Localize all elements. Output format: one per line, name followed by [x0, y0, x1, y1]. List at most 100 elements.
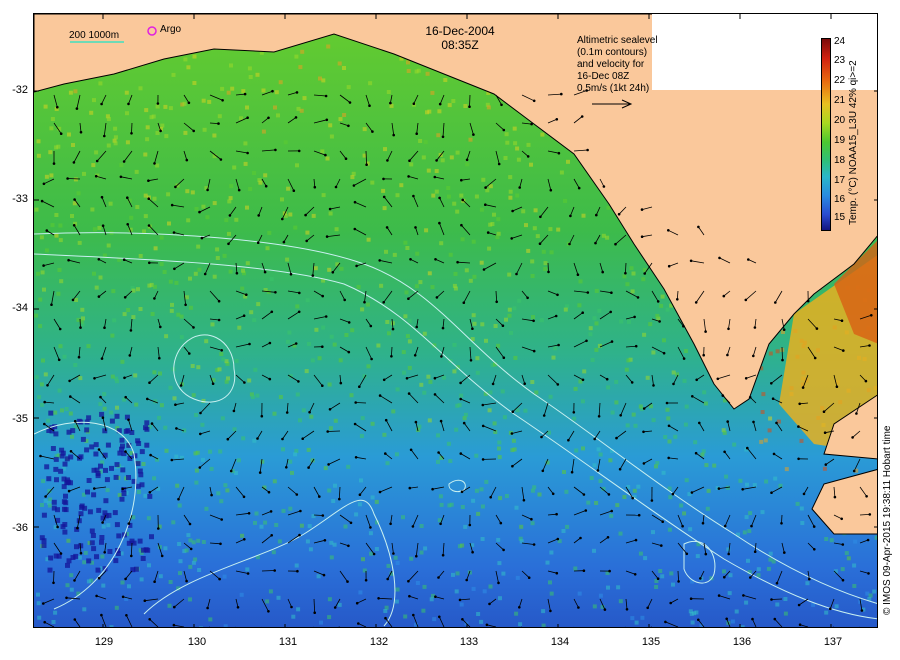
velocity-arrow-head [717, 487, 721, 490]
velocity-arrow-head [97, 295, 101, 298]
velocity-arrow [313, 626, 314, 627]
velocity-arrow-head [581, 378, 585, 382]
velocity-arrow-head [502, 356, 506, 360]
velocity-arrow-head [538, 242, 542, 245]
velocity-arrow-head [347, 124, 350, 128]
info-line: Altimetric sealevel [577, 35, 658, 46]
velocity-arrow [287, 626, 288, 627]
velocity-arrow-head [121, 487, 124, 491]
velocity-arrow-head [100, 613, 103, 617]
velocity-arrow [520, 626, 522, 627]
lon-label-136: 136 [732, 636, 752, 648]
velocity-arrow-head [572, 411, 576, 414]
velocity-arrow [53, 570, 55, 583]
velocity-arrow-head [347, 350, 351, 354]
colorbar-tick: 20 [834, 115, 846, 126]
velocity-arrow-head [79, 130, 83, 134]
velocity-arrow-head [671, 492, 675, 496]
velocity-arrow-head [93, 487, 96, 490]
velocity-arrow-head [461, 618, 464, 621]
velocity-arrow-head [125, 614, 128, 617]
velocity-arrow-head [298, 291, 301, 295]
velocity-arrow-head [235, 271, 239, 275]
velocity-arrow-head [295, 493, 299, 496]
velocity-arrow-head [58, 327, 62, 331]
velocity-arrow-head [636, 296, 640, 299]
velocity-arrow-head [128, 354, 132, 357]
velocity-arrow-head [69, 450, 73, 453]
velocity-arrow-head [481, 403, 485, 407]
velocity-arrow-head [867, 572, 870, 575]
velocity-arrow-head [685, 552, 689, 556]
velocity-arrow-head [539, 215, 542, 219]
velocity-arrow-head [752, 420, 755, 424]
velocity-arrow-head [702, 353, 705, 357]
velocity-arrow-head [499, 521, 503, 525]
velocity-arrow-head [368, 104, 371, 107]
velocity-arrow-head [815, 327, 819, 330]
velocity-arrow-head [79, 551, 83, 555]
velocity-arrow-head [346, 580, 349, 583]
velocity-arrow-head [462, 421, 466, 425]
velocity-arrow-head [269, 510, 273, 513]
colorbar-tick: 19 [834, 135, 846, 146]
velocity-arrow-head [160, 554, 164, 558]
velocity-arrow-head [698, 421, 701, 425]
velocity-arrow-head [717, 594, 721, 597]
velocity-arrow-head [481, 458, 485, 461]
velocity-arrow-head [324, 94, 328, 98]
velocity-arrow-head [153, 580, 156, 583]
velocity-arrow-head [440, 355, 443, 358]
velocity-arrow-head [667, 264, 671, 268]
velocity-arrow-head [868, 344, 871, 347]
velocity-arrow-head [97, 258, 101, 261]
velocity-arrow-head [435, 296, 439, 299]
velocity-arrow-head [770, 382, 773, 385]
velocity-arrow-head [321, 294, 325, 298]
velocity-arrow-head [149, 453, 152, 457]
velocity-arrow-head [438, 615, 441, 619]
velocity-arrow-head [328, 408, 332, 411]
velocity-arrow-head [718, 256, 721, 260]
velocity-arrow-head [813, 356, 817, 360]
velocity-arrow-head [248, 342, 251, 346]
velocity-arrow-head [227, 242, 230, 246]
velocity-arrow-head [391, 327, 395, 331]
velocity-arrow-head [472, 133, 475, 136]
velocity-arrow-head [833, 495, 837, 499]
velocity-arrow-head [123, 296, 127, 299]
velocity-arrow-head [384, 616, 387, 620]
velocity-arrow-head [200, 236, 204, 240]
velocity-arrow-head [748, 396, 752, 399]
velocity-arrow-head [868, 513, 872, 516]
velocity-arrow-head [228, 214, 232, 217]
velocity-arrow-head [126, 196, 129, 199]
velocity-arrow-head [95, 594, 98, 598]
velocity-arrow-head [130, 132, 133, 135]
velocity-arrow-head [229, 469, 233, 473]
velocity-arrow-head [584, 509, 588, 512]
velocity-arrow-head [438, 221, 441, 225]
velocity-arrow-head [199, 411, 202, 415]
velocity-arrow [781, 346, 783, 361]
velocity-arrow-head [211, 382, 215, 386]
velocity-arrow-head [333, 606, 337, 609]
velocity-arrow-head [798, 623, 802, 626]
velocity-arrow-head [642, 407, 646, 410]
velocity-arrow-head [465, 578, 469, 582]
velocity-arrow-head [694, 451, 698, 455]
velocity-arrow-head [270, 534, 273, 537]
velocity-arrow-head [119, 175, 123, 179]
velocity-arrow-head [100, 357, 104, 360]
sst-map[interactable] [33, 13, 878, 628]
velocity-arrow-head [577, 606, 580, 609]
date-text: 16-Dec-2004 [425, 24, 495, 38]
velocity-arrow-head [727, 552, 730, 556]
velocity-arrow-head [704, 330, 707, 333]
velocity-arrow-head [297, 310, 301, 314]
velocity-arrow-head [783, 551, 786, 554]
velocity-arrow-head [179, 384, 183, 387]
velocity-arrow-head [725, 617, 728, 621]
velocity-arrow-head [73, 419, 77, 423]
velocity-arrow-head [549, 188, 553, 192]
